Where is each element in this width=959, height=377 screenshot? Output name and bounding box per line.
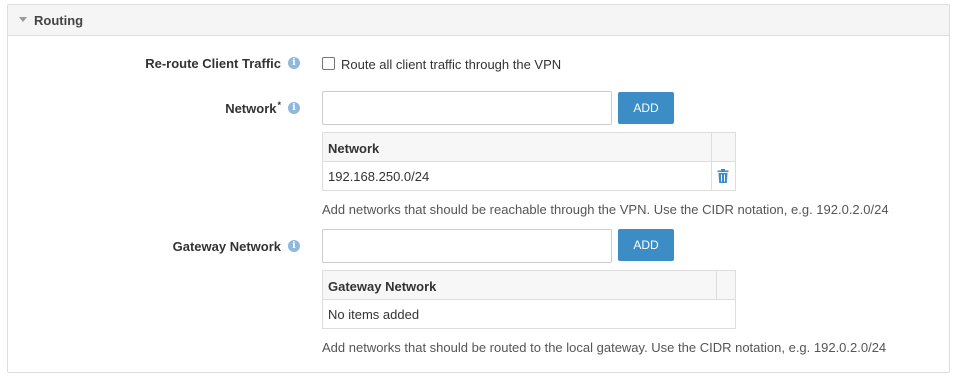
empty-message: No items added bbox=[328, 307, 420, 322]
column-separator bbox=[716, 271, 717, 300]
gateway-grid: Gateway Network No items added bbox=[322, 270, 736, 329]
caret-down-icon[interactable] bbox=[19, 17, 27, 22]
trash-icon[interactable] bbox=[717, 169, 729, 183]
network-input[interactable] bbox=[322, 91, 612, 125]
empty-row: No items added bbox=[323, 300, 735, 328]
gateway-column-header[interactable]: Gateway Network bbox=[328, 279, 436, 294]
gateway-input[interactable] bbox=[322, 229, 612, 263]
network-add-button[interactable]: ADD bbox=[618, 92, 674, 124]
network-grid: Network 192.168.250.0/24 bbox=[322, 132, 736, 191]
info-icon[interactable]: i bbox=[288, 57, 300, 69]
info-icon[interactable]: i bbox=[288, 240, 300, 252]
reroute-label: Re-route Client Traffic bbox=[145, 56, 281, 71]
column-separator bbox=[711, 162, 712, 190]
panel-header[interactable]: Routing bbox=[8, 5, 949, 36]
network-label-text: Network bbox=[225, 101, 277, 116]
network-label: Network* bbox=[225, 100, 281, 116]
reroute-checkbox[interactable] bbox=[322, 57, 335, 70]
gateway-help-text: Add networks that should be routed to th… bbox=[322, 340, 887, 355]
reroute-checkbox-label[interactable]: Route all client traffic through the VPN bbox=[341, 57, 561, 72]
network-column-header[interactable]: Network bbox=[328, 141, 379, 156]
info-icon[interactable]: i bbox=[288, 102, 300, 114]
column-separator bbox=[711, 133, 712, 162]
gateway-label: Gateway Network bbox=[172, 239, 281, 254]
table-row: 192.168.250.0/24 bbox=[323, 162, 735, 190]
panel-title: Routing bbox=[34, 13, 84, 28]
network-help-text: Add networks that should be reachable th… bbox=[322, 202, 889, 217]
network-grid-header: Network bbox=[323, 133, 735, 162]
gateway-grid-header: Gateway Network bbox=[323, 271, 735, 300]
gateway-add-button[interactable]: ADD bbox=[618, 229, 674, 261]
required-mark: * bbox=[277, 100, 281, 110]
network-cell: 192.168.250.0/24 bbox=[328, 169, 430, 184]
